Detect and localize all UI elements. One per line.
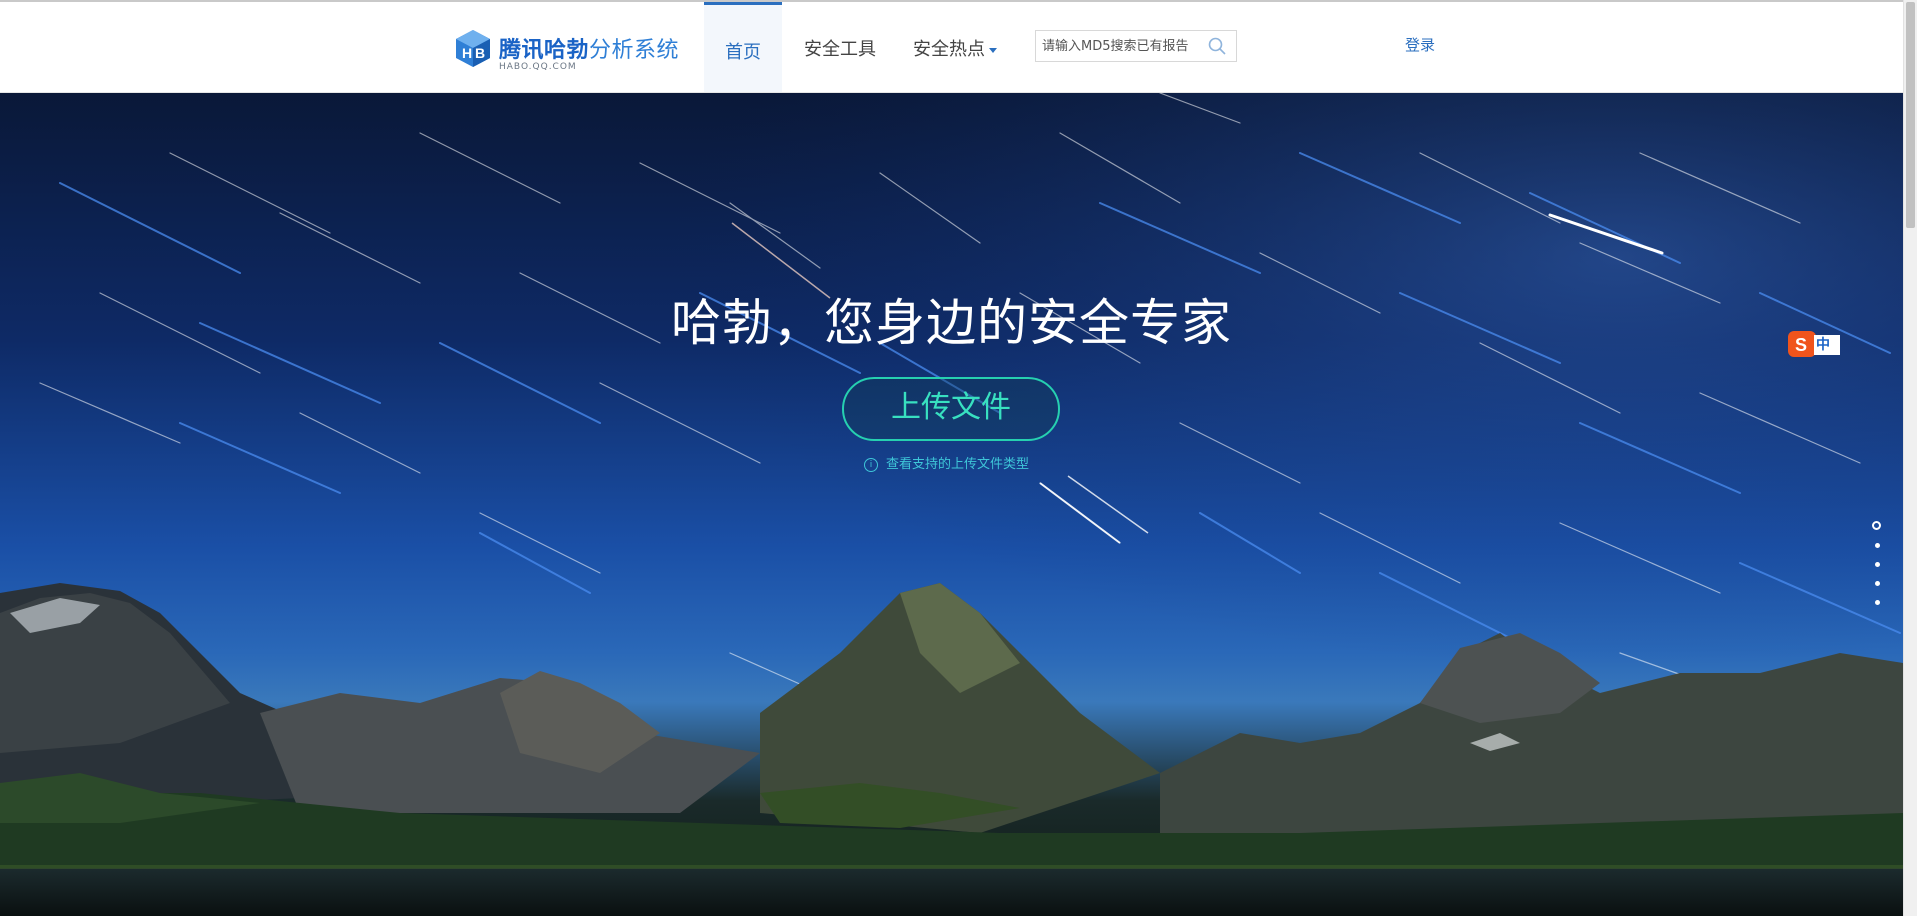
hero-banner: 哈勃，您身边的安全专家 上传文件 i 查看支持的上传文件类型 S 中 [0,93,1903,916]
search-icon[interactable] [1208,37,1226,55]
pager-dot-1[interactable] [1872,521,1881,530]
page-scrollbar[interactable] [1903,0,1917,916]
sogou-ime-icon[interactable]: S [1788,331,1840,357]
svg-text:H: H [462,45,472,61]
habo-logo-icon: H B [456,30,490,67]
habo-logo[interactable]: H B 腾讯哈勃分析系统 HABO.QQ.COM [453,24,693,76]
upload-file-button[interactable]: 上传文件 [842,377,1060,441]
logo-subtitle: HABO.QQ.COM [499,62,577,72]
pager-dot-4[interactable] [1875,581,1880,586]
logo-title-bold: 腾讯哈勃 [499,38,590,63]
pager-dot-5[interactable] [1875,600,1880,605]
pager-dot-2[interactable] [1875,543,1880,548]
starry-mountain-background [0,93,1903,916]
login-link[interactable]: 登录 [1405,34,1435,55]
top-navbar: H B 腾讯哈勃分析系统 HABO.QQ.COM 首页 安全工具 安全热点 登录 [0,2,1903,93]
logo-title: 腾讯哈勃分析系统 [499,32,679,64]
logo-title-thin: 分析系统 [589,38,680,63]
supported-file-types-label: 查看支持的上传文件类型 [886,457,1030,472]
svg-text:S: S [1795,335,1807,355]
nav-home[interactable]: 首页 [704,2,782,92]
nav-security-hotspots[interactable]: 安全热点 [905,2,1005,92]
ime-mode-label: 中 [1816,337,1830,353]
svg-text:B: B [475,45,485,61]
info-icon: i [864,457,878,472]
scrollbar-thumb[interactable] [1906,2,1915,228]
hero-headline: 哈勃，您身边的安全专家 [671,294,1232,352]
dropdown-caret-icon [989,47,997,53]
nav-security-tools[interactable]: 安全工具 [795,2,885,92]
nav-security-hotspots-label: 安全热点 [913,39,985,60]
md5-search-input[interactable] [1036,31,1213,61]
supported-file-types-link[interactable]: i 查看支持的上传文件类型 [864,453,1029,472]
md5-search-box [1035,30,1237,62]
pager-dot-3[interactable] [1875,562,1880,567]
section-pager [1872,521,1884,621]
